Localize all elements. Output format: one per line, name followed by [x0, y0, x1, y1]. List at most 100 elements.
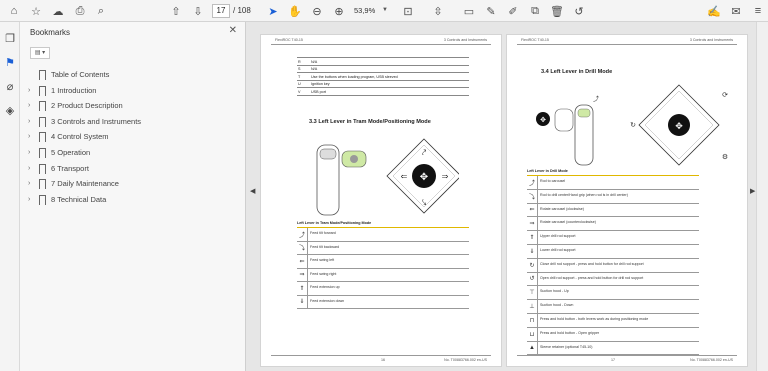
- page-up-icon[interactable]: ⇧: [168, 3, 184, 19]
- section-title: 3.3 Left Lever in Tram Mode/Positioning …: [309, 119, 431, 125]
- key-table: R N/A S N/A T Use the buttons when loading pr…: [297, 57, 469, 96]
- pages-icon[interactable]: ❐: [2, 30, 18, 46]
- doc-number: No. T00883766.002 en-US: [690, 358, 733, 362]
- bookmark-icon: [39, 179, 46, 193]
- fit-page-icon[interactable]: ⊡: [400, 3, 416, 19]
- footer-rule: [271, 355, 491, 356]
- function-symbol-icon: ↺: [527, 272, 538, 286]
- draw-icon[interactable]: ✐: [505, 3, 521, 19]
- select-cursor-icon[interactable]: ➤: [265, 3, 281, 19]
- home-icon[interactable]: ⌂: [6, 3, 22, 19]
- bookmark-item[interactable]: › 4 Control System: [20, 130, 246, 146]
- more-icon[interactable]: ≡: [750, 3, 766, 19]
- bookmark-item[interactable]: › 3 Controls and Instruments: [20, 115, 246, 131]
- chevron-right-icon[interactable]: ›: [28, 102, 30, 109]
- function-description: Rotate carousel (counterclockwise): [540, 220, 596, 225]
- zoom-level[interactable]: 53,9%: [354, 4, 380, 18]
- page-16: FlexiROC T40-15 3 Controls and Instrumen…: [260, 34, 502, 367]
- table-caption: Left Lever in Tram Mode/Positioning Mode: [297, 221, 372, 225]
- function-description: Lower drill rod support: [540, 247, 576, 252]
- header-rule: [517, 44, 737, 45]
- bookmark-item[interactable]: › 1 Introduction: [20, 84, 246, 100]
- highlight-pen-icon[interactable]: ✎: [483, 3, 499, 19]
- bookmark-item[interactable]: Table of Contents: [20, 68, 246, 84]
- attachments-icon[interactable]: ⌀: [2, 78, 18, 94]
- table-row: R N/A: [297, 58, 469, 66]
- chevron-right-icon[interactable]: ›: [28, 87, 30, 94]
- table-row: ⇑ Upper drill rod support: [527, 231, 699, 245]
- chevron-right-icon[interactable]: ›: [28, 196, 30, 203]
- bookmark-label: Table of Contents: [51, 70, 110, 79]
- bookmarks-icon[interactable]: ⚑: [2, 54, 18, 70]
- table-key: S: [298, 67, 301, 71]
- function-description: Feed extension up: [310, 285, 340, 289]
- zoom-out-icon[interactable]: ⊖: [309, 3, 325, 19]
- main-toolbar: ⌂ ☆ ☁ ⎙ ⌕ ⇧ ⇩ 17 / 108 ➤ ✋ ⊖ ⊕ 53,9% ▼ ⊡…: [0, 0, 768, 22]
- search-icon[interactable]: ⌕: [93, 3, 109, 19]
- function-symbol-icon: ⇑: [297, 282, 308, 295]
- bookmark-item[interactable]: › 7 Daily Maintenance: [20, 177, 246, 193]
- zoom-dropdown-icon[interactable]: ▼: [382, 7, 388, 13]
- svg-text:✥: ✥: [420, 172, 428, 183]
- chevron-right-icon[interactable]: ›: [28, 133, 30, 140]
- scroll-mode-icon[interactable]: ⇳: [430, 3, 446, 19]
- chevron-right-icon[interactable]: ›: [28, 165, 30, 172]
- bookmark-label: 8 Technical Data: [51, 194, 107, 204]
- function-description: Feed tilt backward: [310, 244, 340, 249]
- prev-page-icon[interactable]: ◀: [250, 187, 255, 195]
- function-description: Open drill rod support - press and hold …: [540, 275, 644, 280]
- hand-tool-icon[interactable]: ✋: [287, 3, 303, 19]
- table-row: ⤴ Feed tilt forward: [297, 228, 469, 242]
- function-symbol-icon: ⤴: [297, 228, 308, 241]
- svg-text:⚙: ⚙: [722, 153, 728, 161]
- next-page-icon[interactable]: ▶: [750, 187, 755, 195]
- sign-icon[interactable]: ✍: [706, 3, 722, 19]
- function-description: Feed swing left: [310, 258, 335, 262]
- close-icon[interactable]: ✕: [229, 25, 237, 36]
- chevron-right-icon[interactable]: ›: [28, 118, 30, 125]
- table-key: V: [298, 89, 301, 94]
- undo-icon[interactable]: ↺: [571, 3, 587, 19]
- table-value: N/A: [311, 67, 318, 71]
- bookmark-item[interactable]: › 6 Transport: [20, 162, 246, 178]
- page-number-input[interactable]: 17: [212, 4, 230, 18]
- function-symbol-icon: ⊓: [527, 313, 538, 327]
- table-row: ⇓ Feed extension down: [297, 295, 469, 309]
- bookmark-options-button[interactable]: ▤ ▾: [30, 47, 50, 59]
- lever-illustration: ✥ ⤴ ✥ ⟳ ⚙ ↻: [536, 84, 728, 166]
- zoom-in-icon[interactable]: ⊕: [331, 3, 347, 19]
- function-symbol-icon: ⇐: [527, 203, 538, 217]
- bookmark-item[interactable]: › 8 Technical Data: [20, 193, 246, 209]
- table-row: ⇓ Lower drill rod support: [527, 244, 699, 259]
- email-icon[interactable]: ✉: [728, 3, 744, 19]
- comment-icon[interactable]: ▭: [461, 3, 477, 19]
- function-symbol-icon: ⤴: [527, 176, 538, 189]
- delete-icon[interactable]: 🗑: [549, 3, 565, 19]
- function-symbol-icon: ⊔: [527, 327, 538, 341]
- panel-title: Bookmarks: [30, 28, 71, 37]
- side-rail: ❐ ⚑ ⌀ ◈: [0, 22, 20, 371]
- bookmark-icon: [39, 101, 46, 115]
- stamp-icon[interactable]: ⧉: [527, 3, 543, 19]
- function-description: Press and hold button - both levers work…: [540, 316, 649, 321]
- chevron-right-icon[interactable]: ›: [28, 149, 30, 156]
- table-value: Use the buttons when loading program, US…: [311, 74, 398, 79]
- svg-text:⤤: ⤤: [422, 148, 427, 157]
- bookmark-label: 1 Introduction: [51, 85, 97, 95]
- bookmark-icon: [39, 132, 46, 146]
- table-row: ⊥ Suction hood - Down: [527, 300, 699, 314]
- print-icon[interactable]: ⎙: [72, 3, 88, 19]
- vertical-scrollbar[interactable]: [756, 22, 768, 371]
- bookmark-item[interactable]: › 2 Product Description: [20, 99, 246, 115]
- svg-text:✥: ✥: [540, 116, 546, 124]
- cloud-upload-icon[interactable]: ☁: [50, 3, 66, 19]
- signatures-icon[interactable]: ◈: [2, 102, 18, 118]
- bookmarks-panel: Bookmarks ✕ ▤ ▾ Table of Contents › 1 Intr…: [20, 22, 246, 371]
- page-down-icon[interactable]: ⇩: [190, 3, 206, 19]
- table-row: T Use the buttons when loading program, U…: [297, 73, 469, 81]
- page-header-right: 3 Controls and Instruments: [689, 38, 733, 42]
- function-symbol-icon: ⇓: [297, 295, 308, 308]
- bookmark-item[interactable]: › 5 Operation: [20, 146, 246, 162]
- bookmark-star-icon[interactable]: ☆: [28, 3, 44, 19]
- chevron-right-icon[interactable]: ›: [28, 180, 30, 187]
